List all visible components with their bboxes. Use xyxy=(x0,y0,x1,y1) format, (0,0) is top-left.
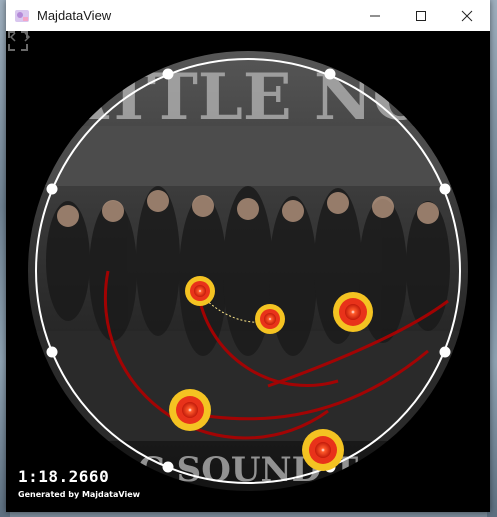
playfield: BATTLE NO.1 C SOUND T xyxy=(8,51,488,491)
tap-note-1 xyxy=(185,276,215,306)
maximize-icon xyxy=(416,10,426,21)
window-title: MajdataView xyxy=(37,8,112,23)
tap-note-3 xyxy=(333,292,373,332)
minimize-icon xyxy=(370,15,380,16)
close-icon xyxy=(461,10,473,21)
button-marker-3 xyxy=(439,346,451,358)
background-title-top: BATTLE NO.1 xyxy=(8,60,488,135)
button-marker-1 xyxy=(324,68,336,80)
watermark-text: Generated by MajdataView xyxy=(18,490,141,499)
close-button[interactable] xyxy=(444,0,490,31)
chart-preview-view[interactable]: BATTLE NO.1 C SOUND T 1:18.2660 Generate… xyxy=(8,31,488,511)
app-icon xyxy=(15,10,29,22)
button-marker-5 xyxy=(162,461,174,473)
button-marker-8 xyxy=(162,68,174,80)
tap-note-5 xyxy=(302,429,344,471)
playback-time: 1:18.2660 xyxy=(18,467,110,486)
minimize-button[interactable] xyxy=(352,0,398,31)
arrows-icon[interactable] xyxy=(8,31,32,43)
tap-note-4 xyxy=(169,389,211,431)
tap-note-2 xyxy=(255,304,285,334)
app-window: MajdataView BATTLE NO.1 C SOUND T 1:18.2… xyxy=(6,0,490,512)
button-marker-7 xyxy=(46,183,58,195)
maximize-button[interactable] xyxy=(398,0,444,31)
button-marker-6 xyxy=(46,346,58,358)
title-bar[interactable]: MajdataView xyxy=(6,0,490,31)
button-marker-2 xyxy=(439,183,451,195)
